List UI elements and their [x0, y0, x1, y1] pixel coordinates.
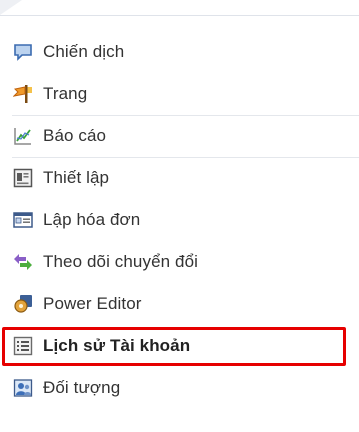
sidebar-item-label: Power Editor — [43, 294, 142, 313]
top-divider — [0, 15, 359, 16]
sidebar-item-power-editor[interactable]: Power Editor — [0, 283, 359, 325]
power-editor-gear-icon — [14, 295, 32, 313]
reports-chart-icon — [14, 128, 31, 145]
settings-window-icon — [13, 168, 33, 188]
sidebar-item-label: Chiến dịch — [43, 42, 125, 61]
billing-card-icon — [13, 212, 33, 228]
audiences-people-icon — [13, 379, 33, 397]
sidebar-item-label: Lịch sử Tài khoản — [43, 336, 191, 355]
pages-flag-icon — [13, 85, 32, 103]
sidebar-item-audiences[interactable]: Đối tượng — [0, 367, 359, 409]
sidebar-item-pages[interactable]: Trang — [0, 73, 359, 115]
sidebar-item-label: Báo cáo — [43, 126, 107, 145]
sidebar-item-label: Đối tượng — [43, 378, 121, 397]
sidebar-item-label: Trang — [43, 84, 88, 103]
sidebar-item-label: Theo dõi chuyển đổi — [43, 252, 199, 271]
conversion-tracking-arrows-icon — [14, 254, 32, 270]
sidebar-item-settings[interactable]: Thiết lập — [0, 157, 359, 199]
sidebar-item-billing[interactable]: Lập hóa đơn — [0, 199, 359, 241]
sidebar-item-account-history[interactable]: Lịch sử Tài khoản — [0, 325, 359, 367]
top-corner-decoration — [0, 0, 22, 15]
sidebar-item-label: Thiết lập — [43, 168, 110, 187]
sidebar-item-campaigns[interactable]: Chiến dịch — [0, 31, 359, 73]
sidebar-menu: Chiến dịch Trang Báo cáo Thiết lập Lập h… — [0, 31, 359, 409]
sidebar-item-conversion-tracking[interactable]: Theo dõi chuyển đổi — [0, 241, 359, 283]
account-history-list-icon — [13, 336, 33, 356]
sidebar-item-reports[interactable]: Báo cáo — [0, 115, 359, 157]
sidebar-item-label: Lập hóa đơn — [43, 210, 141, 229]
campaign-speech-bubble-icon — [14, 44, 32, 61]
